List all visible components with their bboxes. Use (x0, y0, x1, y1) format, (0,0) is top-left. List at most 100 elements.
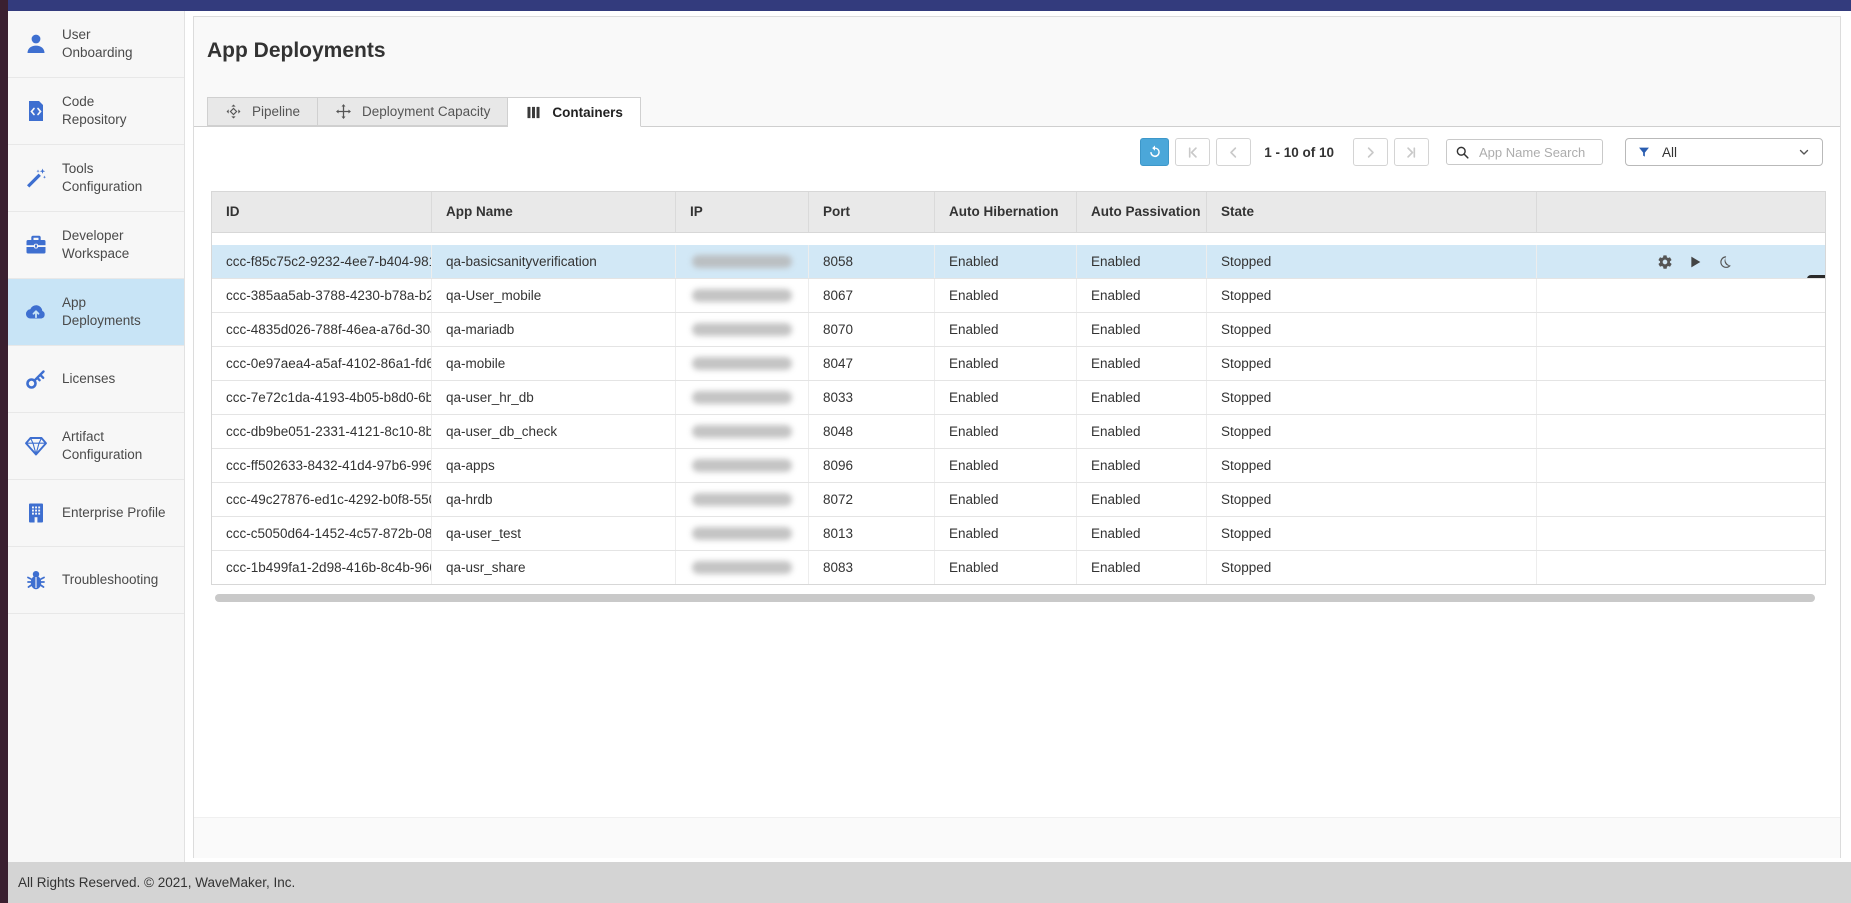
cell-state: Stopped (1207, 415, 1537, 448)
move-arrows-icon (335, 103, 352, 120)
cell-auto-hibernation: Enabled (935, 551, 1077, 584)
cloud-upload-icon (24, 300, 48, 324)
cell-app-name: qa-user_db_check (432, 415, 676, 448)
cell-state: Stopped (1207, 517, 1537, 550)
sidebar-item-troubleshooting[interactable]: Troubleshooting (8, 547, 184, 614)
containers-table: ID App Name IP Port Auto Hibernation Aut… (211, 191, 1826, 585)
redacted-ip (692, 527, 792, 540)
table-toolbar: 1 - 10 of 10 All (194, 127, 1840, 166)
search-input[interactable] (1477, 144, 1594, 161)
cell-port: 8047 (809, 347, 935, 380)
cell-app-name: qa-mariadb (432, 313, 676, 346)
start-play-icon[interactable] (1687, 254, 1703, 270)
next-page-button[interactable] (1353, 138, 1388, 166)
table-row[interactable]: ccc-0e97aea4-a5af-4102-86a1-fd60e16… qa-… (212, 347, 1825, 381)
table-row[interactable]: ccc-c5050d64-1452-4c57-872b-086322… qa-u… (212, 517, 1825, 551)
cell-state: Stopped (1207, 347, 1537, 380)
sidebar-item-enterprise-profile[interactable]: Enterprise Profile (8, 480, 184, 547)
refresh-button[interactable] (1140, 138, 1169, 166)
main-content: App Deployments Pipeline Deployment Capa… (186, 11, 1851, 862)
table-row[interactable]: ccc-1b499fa1-2d98-416b-8c4b-960e68… qa-u… (212, 551, 1825, 584)
cell-ip (676, 415, 809, 448)
table-row[interactable]: ccc-7e72c1da-4193-4b05-b8d0-6b9c54… qa-u… (212, 381, 1825, 415)
sidebar-item-developer-workspace[interactable]: DeveloperWorkspace (8, 212, 184, 279)
table-row[interactable]: ccc-385aa5ab-3788-4230-b78a-b2841c… qa-U… (212, 279, 1825, 313)
sidebar-item-label: UserOnboarding (62, 26, 133, 62)
pagination-label: 1 - 10 of 10 (1264, 145, 1334, 160)
tab-label: Pipeline (252, 104, 300, 119)
chevron-down-icon (1797, 145, 1811, 159)
sidebar-item-artifact-configuration[interactable]: ArtifactConfiguration (8, 413, 184, 480)
cell-actions (1537, 449, 1825, 482)
cell-ip (676, 347, 809, 380)
cell-id: ccc-49c27876-ed1c-4292-b0f8-550588… (212, 483, 432, 516)
cell-port: 8070 (809, 313, 935, 346)
magic-wand-icon (24, 166, 48, 190)
app-deployments-card: App Deployments Pipeline Deployment Capa… (193, 16, 1841, 858)
cell-actions (1537, 381, 1825, 414)
sidebar-item-label: AppDeployments (62, 294, 141, 330)
copyright-text: All Rights Reserved. © 2021, WaveMaker, … (18, 875, 295, 890)
sidebar-item-licenses[interactable]: Licenses (8, 346, 184, 413)
briefcase-icon (24, 233, 48, 257)
filter-dropdown[interactable]: All (1625, 138, 1823, 166)
sidebar-item-label: ArtifactConfiguration (62, 428, 142, 464)
tab-pipeline[interactable]: Pipeline (207, 97, 318, 126)
cell-actions (1537, 415, 1825, 448)
cell-port: 8083 (809, 551, 935, 584)
cell-app-name: qa-hrdb (432, 483, 676, 516)
cell-id: ccc-4835d026-788f-46ea-a76d-30aac3… (212, 313, 432, 346)
cell-actions (1537, 347, 1825, 380)
cell-ip (676, 483, 809, 516)
table-row[interactable]: ccc-ff502633-8432-41d4-97b6-996156… qa-a… (212, 449, 1825, 483)
tab-bar: Pipeline Deployment Capacity Containers (207, 97, 641, 127)
cell-auto-passivation: Enabled (1077, 517, 1207, 550)
sidebar-item-code-repository[interactable]: CodeRepository (8, 78, 184, 145)
sidebar-item-label: Licenses (62, 370, 115, 388)
top-navigation-bar (8, 0, 1851, 11)
settings-gear-icon[interactable] (1657, 254, 1673, 270)
horizontal-scrollbar-thumb[interactable] (215, 594, 1815, 602)
cell-app-name: qa-User_mobile (432, 279, 676, 312)
last-page-button[interactable] (1394, 138, 1429, 166)
filter-selected-value: All (1662, 145, 1677, 160)
column-header-state: State (1207, 192, 1537, 232)
sidebar-item-app-deployments[interactable]: AppDeployments (8, 279, 184, 346)
cell-port: 8048 (809, 415, 935, 448)
cell-id: ccc-385aa5ab-3788-4230-b78a-b2841c… (212, 279, 432, 312)
cell-app-name: qa-user_test (432, 517, 676, 550)
sidebar-item-tools-configuration[interactable]: ToolsConfiguration (8, 145, 184, 212)
cell-ip (676, 245, 809, 278)
table-row[interactable]: ccc-f85c75c2-9232-4ee7-b404-9810a8… qa-b… (212, 245, 1825, 279)
table-row[interactable]: ccc-4835d026-788f-46ea-a76d-30aac3… qa-m… (212, 313, 1825, 347)
column-header-ip: IP (676, 192, 809, 232)
passivate-moon-icon[interactable] (1717, 254, 1733, 270)
cell-auto-hibernation: Enabled (935, 449, 1077, 482)
diamond-icon (24, 434, 48, 458)
redacted-ip (692, 425, 792, 438)
first-page-button[interactable] (1175, 138, 1210, 166)
cell-auto-passivation: Enabled (1077, 415, 1207, 448)
sidebar-item-user-onboarding[interactable]: UserOnboarding (8, 11, 184, 78)
card-footer-strip (194, 817, 1840, 858)
table-row[interactable]: ccc-49c27876-ed1c-4292-b0f8-550588… qa-h… (212, 483, 1825, 517)
previous-page-button[interactable] (1216, 138, 1251, 166)
cell-auto-hibernation: Enabled (935, 245, 1077, 278)
cell-id: ccc-f85c75c2-9232-4ee7-b404-9810a8… (212, 245, 432, 278)
redacted-ip (692, 357, 792, 370)
cell-id: ccc-1b499fa1-2d98-416b-8c4b-960e68… (212, 551, 432, 584)
redacted-ip (692, 391, 792, 404)
cell-auto-passivation: Enabled (1077, 245, 1207, 278)
cell-auto-hibernation: Enabled (935, 415, 1077, 448)
column-header-actions (1537, 192, 1825, 232)
cell-port: 8033 (809, 381, 935, 414)
cell-ip (676, 313, 809, 346)
cell-auto-hibernation: Enabled (935, 381, 1077, 414)
tab-deployment-capacity[interactable]: Deployment Capacity (318, 97, 508, 126)
code-repository-icon (24, 99, 48, 123)
key-icon (24, 367, 48, 391)
tab-containers[interactable]: Containers (508, 97, 641, 127)
table-row[interactable]: ccc-db9be051-2331-4121-8c10-8bd277… qa-u… (212, 415, 1825, 449)
cell-actions (1537, 483, 1825, 516)
cell-app-name: qa-usr_share (432, 551, 676, 584)
